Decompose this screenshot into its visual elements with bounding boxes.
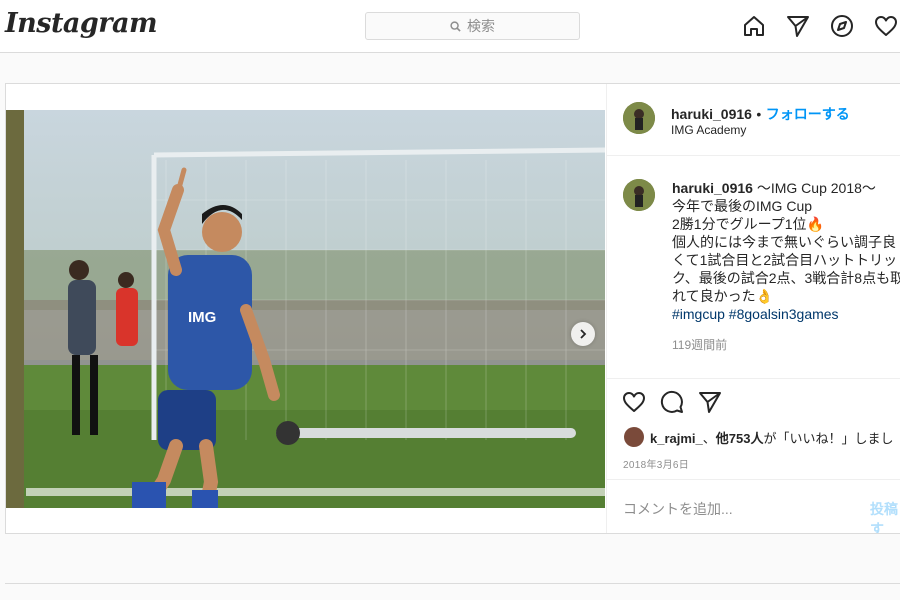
instagram-logo[interactable]: Instagram: [5, 8, 158, 39]
hashtag-links[interactable]: #imgcup #8goalsin3games: [672, 305, 900, 323]
post-date: 2018年3月6日: [623, 460, 690, 471]
post-header: haruki_0916 • フォローする IMG Academy: [607, 84, 900, 156]
caption-line: 2勝1分でグループ1位🔥: [672, 216, 824, 232]
like-icon[interactable]: [622, 390, 646, 414]
likes-summary: k_rajmi_、他753人が「いいね！」しまし: [624, 427, 894, 447]
caption-line: くて1試合目と2試合目ハットトリッ: [672, 252, 898, 268]
svg-text:IMG: IMG: [188, 309, 216, 326]
divider: [607, 378, 900, 379]
home-icon[interactable]: [742, 14, 766, 38]
direct-icon[interactable]: [786, 14, 810, 38]
explore-icon[interactable]: [830, 14, 854, 38]
comment-icon[interactable]: [660, 390, 684, 414]
location-link[interactable]: IMG Academy: [671, 123, 746, 137]
search-icon: [450, 20, 461, 32]
divider: [607, 479, 900, 480]
avatar[interactable]: [624, 427, 644, 447]
search-placeholder: 検索: [467, 18, 495, 34]
follow-button[interactable]: フォローする: [766, 106, 850, 122]
action-bar: [622, 390, 722, 414]
avatar[interactable]: [623, 179, 655, 211]
soccer-photo: IMG: [6, 110, 605, 508]
caption-line: 今年で最後のIMG Cup: [672, 198, 813, 214]
caption-line: れて良かった👌: [672, 288, 774, 304]
likes-suffix: が「いいね！」しまし: [763, 430, 894, 446]
footer-divider: [5, 583, 900, 584]
post-author-line: haruki_0916 • フォローする: [671, 104, 850, 124]
top-navigation-bar: Instagram 検索: [0, 0, 900, 53]
comment-input[interactable]: コメントを追加...: [623, 499, 733, 519]
username-link[interactable]: haruki_0916: [671, 106, 752, 122]
avatar[interactable]: [623, 102, 655, 134]
caption-line: ク、最後の試合2点、3戦合計8点も取: [672, 270, 900, 286]
post-sidebar: haruki_0916 • フォローする IMG Academy haruki_…: [606, 84, 900, 533]
activity-icon[interactable]: [874, 14, 898, 38]
post-comment-button[interactable]: 投稿す: [870, 499, 900, 533]
caption-title: 〜IMG Cup 2018〜: [752, 180, 876, 196]
caption-username[interactable]: haruki_0916: [672, 180, 753, 196]
caption-line: 個人的には今まで無いぐらい調子良: [672, 234, 896, 250]
likes-separator: 、: [702, 430, 716, 446]
liker-username[interactable]: k_rajmi_: [650, 431, 703, 446]
post-caption: haruki_0916 〜IMG Cup 2018〜 今年で最後のIMG Cup…: [672, 179, 900, 323]
chevron-right-icon: [580, 329, 587, 339]
separator-dot: •: [756, 106, 762, 122]
search-input[interactable]: 検索: [365, 12, 580, 40]
caption-timestamp: 119週間前: [672, 338, 728, 352]
share-icon[interactable]: [698, 390, 722, 414]
likes-count[interactable]: 他753人: [716, 431, 764, 446]
post-photo[interactable]: IMG: [6, 110, 605, 508]
post-card: IMG haruki_0916 • フォローする IMG Academy har…: [5, 83, 900, 534]
carousel-next-button[interactable]: [571, 322, 595, 346]
